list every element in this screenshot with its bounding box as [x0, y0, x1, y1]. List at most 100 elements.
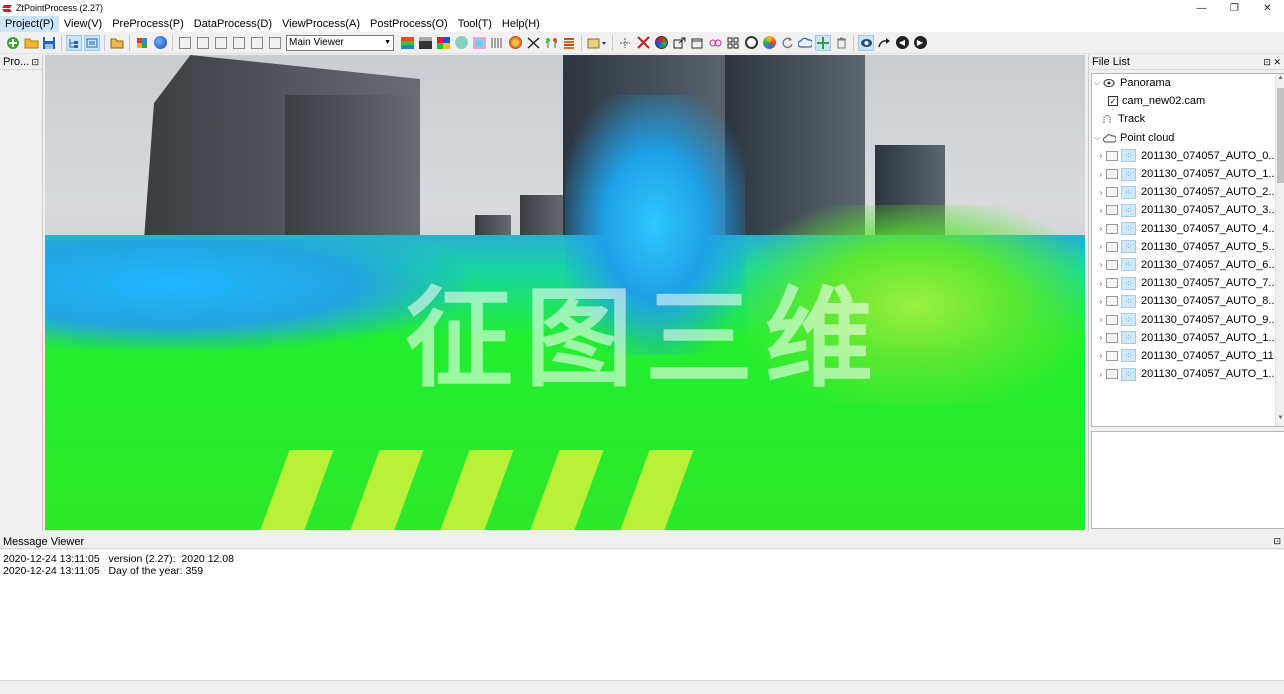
message-viewer-title: Message Viewer	[3, 535, 85, 548]
chevron-right-icon[interactable]: ›	[1096, 315, 1106, 324]
pin-close-icons[interactable]: ⊡ ✕	[1263, 57, 1281, 68]
point-cloud-file-item[interactable]: › ·:· 201130_074057_AUTO_0....	[1092, 147, 1284, 165]
view-top-icon[interactable]	[249, 35, 265, 51]
chevron-right-icon[interactable]: ›	[1096, 224, 1106, 233]
checkbox-checked-icon[interactable]: ✓	[1108, 96, 1118, 107]
cut-icon[interactable]	[635, 35, 651, 51]
class-color-icon[interactable]	[471, 35, 487, 51]
close-button[interactable]: ✕	[1251, 0, 1284, 16]
forward-arrow-icon[interactable]	[876, 35, 892, 51]
point-cloud-file-item[interactable]: › ·:· 201130_074057_AUTO_2....	[1092, 183, 1284, 201]
file-name: 201130_074057_AUTO_7....	[1141, 277, 1281, 290]
cloud-icon[interactable]	[797, 35, 813, 51]
point-cloud-file-item[interactable]: › ·:· 201130_074057_AUTO_1...	[1092, 365, 1284, 383]
view-right-icon[interactable]	[231, 35, 247, 51]
scroll-up-icon[interactable]: ▲	[1276, 75, 1284, 85]
chevron-down-icon[interactable]: ⌵	[1092, 133, 1102, 143]
chevron-right-icon[interactable]: ›	[1096, 151, 1106, 160]
point-cloud-file-item[interactable]: › ·:· 201130_074057_AUTO_6....	[1092, 256, 1284, 274]
tree-classify-icon[interactable]	[543, 35, 559, 51]
point-cloud-file-item[interactable]: › ·:· 201130_074057_AUTO_4....	[1092, 220, 1284, 238]
rgb-color-icon[interactable]	[435, 35, 451, 51]
menu-project[interactable]: Project(P)	[0, 16, 59, 32]
log-line: 2020-12-24 13:11:05 version (2.27): 2020…	[3, 553, 234, 565]
tree-node-track[interactable]: Track	[1092, 110, 1284, 128]
menu-viewprocess[interactable]: ViewProcess(A)	[277, 16, 365, 32]
chevron-right-icon[interactable]: ›	[1096, 260, 1106, 269]
palette-icon[interactable]	[507, 35, 523, 51]
new-project-icon[interactable]	[5, 35, 21, 51]
save-icon[interactable]	[41, 35, 57, 51]
chevron-right-icon[interactable]: ›	[1096, 333, 1106, 342]
tree-view-icon[interactable]	[66, 34, 82, 51]
link-icon[interactable]	[707, 35, 723, 51]
panorama-view-icon[interactable]	[858, 34, 874, 51]
refresh-icon[interactable]	[779, 35, 795, 51]
file-name: 201130_074057_AUTO_11...	[1141, 349, 1283, 362]
view-left-icon[interactable]	[213, 35, 229, 51]
scroll-down-icon[interactable]: ▼	[1276, 415, 1284, 425]
color-ramp-icon[interactable]	[399, 35, 415, 51]
file-tree-scrollbar[interactable]: ▲ ▼	[1275, 74, 1284, 426]
grid-color-icon[interactable]	[134, 35, 150, 51]
menu-tool[interactable]: Tool(T)	[453, 16, 497, 32]
point-cloud-file-item[interactable]: › ·:· 201130_074057_AUTO_1...	[1092, 329, 1284, 347]
palette-wheel-icon[interactable]	[761, 35, 777, 51]
gray-ramp-icon[interactable]	[417, 35, 433, 51]
pin-icon[interactable]: ⊡	[1273, 536, 1281, 547]
maximize-button[interactable]: ❐	[1218, 0, 1251, 16]
point-cloud-file-item[interactable]: › ·:· 201130_074057_AUTO_8....	[1092, 292, 1284, 310]
window-icon[interactable]	[689, 35, 705, 51]
share-icon[interactable]	[671, 35, 687, 51]
lasso-select-icon[interactable]	[617, 35, 633, 51]
menu-postprocess[interactable]: PostProcess(O)	[365, 16, 453, 32]
scissor-icon[interactable]	[525, 35, 541, 51]
point-cloud-file-item[interactable]: › ·:· 201130_074057_AUTO_9....	[1092, 310, 1284, 328]
viewer-select[interactable]: Main Viewer ▼	[286, 34, 394, 51]
chevron-right-icon[interactable]: ›	[1096, 370, 1106, 379]
menu-dataprocess[interactable]: DataProcess(D)	[189, 16, 277, 32]
timer-icon[interactable]	[743, 35, 759, 51]
chevron-right-icon[interactable]: ›	[1096, 206, 1106, 215]
point-cloud-file-item[interactable]: › ·:· 201130_074057_AUTO_5....	[1092, 238, 1284, 256]
scrollbar-thumb[interactable]	[1277, 88, 1284, 183]
chevron-right-icon[interactable]: ›	[1096, 351, 1106, 360]
point-cloud-file-item[interactable]: › ·:· 201130_074057_AUTO_7....	[1092, 274, 1284, 292]
chevron-right-icon[interactable]: ›	[1096, 279, 1106, 288]
previous-icon[interactable]: ◀	[894, 35, 910, 51]
point-cloud-file-item[interactable]: › ·:· 201130_074057_AUTO_11...	[1092, 347, 1284, 365]
list-view-icon[interactable]	[84, 34, 100, 51]
view-front-icon[interactable]	[177, 35, 193, 51]
trash-icon[interactable]	[833, 35, 849, 51]
export-menu-icon[interactable]	[586, 35, 608, 51]
chevron-right-icon[interactable]: ›	[1096, 188, 1106, 197]
chevron-down-icon[interactable]: ⌵	[1092, 78, 1102, 88]
grid-4-icon[interactable]	[725, 35, 741, 51]
pin-icon[interactable]: ⊡	[31, 57, 39, 68]
open-project-icon[interactable]	[23, 35, 39, 51]
menu-preprocess[interactable]: PreProcess(P)	[107, 16, 189, 32]
layers-icon[interactable]	[561, 35, 577, 51]
view-bottom-icon[interactable]	[267, 35, 283, 51]
intensity-icon[interactable]	[453, 35, 469, 51]
view-back-icon[interactable]	[195, 35, 211, 51]
point-cloud-file-icon: ·:·	[1121, 149, 1136, 163]
point-cloud-file-item[interactable]: › ·:· 201130_074057_AUTO_1....	[1092, 165, 1284, 183]
tree-node-panorama[interactable]: ⌵ Panorama	[1092, 74, 1284, 92]
folder-icon[interactable]	[109, 35, 125, 51]
rgb-circle-icon[interactable]	[653, 35, 669, 51]
next-icon[interactable]: ▶	[912, 35, 928, 51]
minimize-button[interactable]: —	[1185, 0, 1218, 16]
chevron-right-icon[interactable]: ›	[1096, 170, 1106, 179]
point-cloud-file-item[interactable]: › ·:· 201130_074057_AUTO_3....	[1092, 201, 1284, 219]
menu-help[interactable]: Help(H)	[497, 16, 545, 32]
stripe-icon[interactable]	[489, 35, 505, 51]
main-viewport[interactable]: 征图三维	[45, 55, 1085, 530]
crosshair-icon[interactable]	[815, 34, 831, 51]
tree-node-point-cloud[interactable]: ⌵ Point cloud	[1092, 129, 1284, 147]
globe-icon[interactable]	[152, 35, 168, 51]
menu-view[interactable]: View(V)	[59, 16, 107, 32]
tree-node-cam-file[interactable]: ✓ cam_new02.cam	[1092, 92, 1284, 110]
chevron-right-icon[interactable]: ›	[1096, 242, 1106, 251]
chevron-right-icon[interactable]: ›	[1096, 297, 1106, 306]
